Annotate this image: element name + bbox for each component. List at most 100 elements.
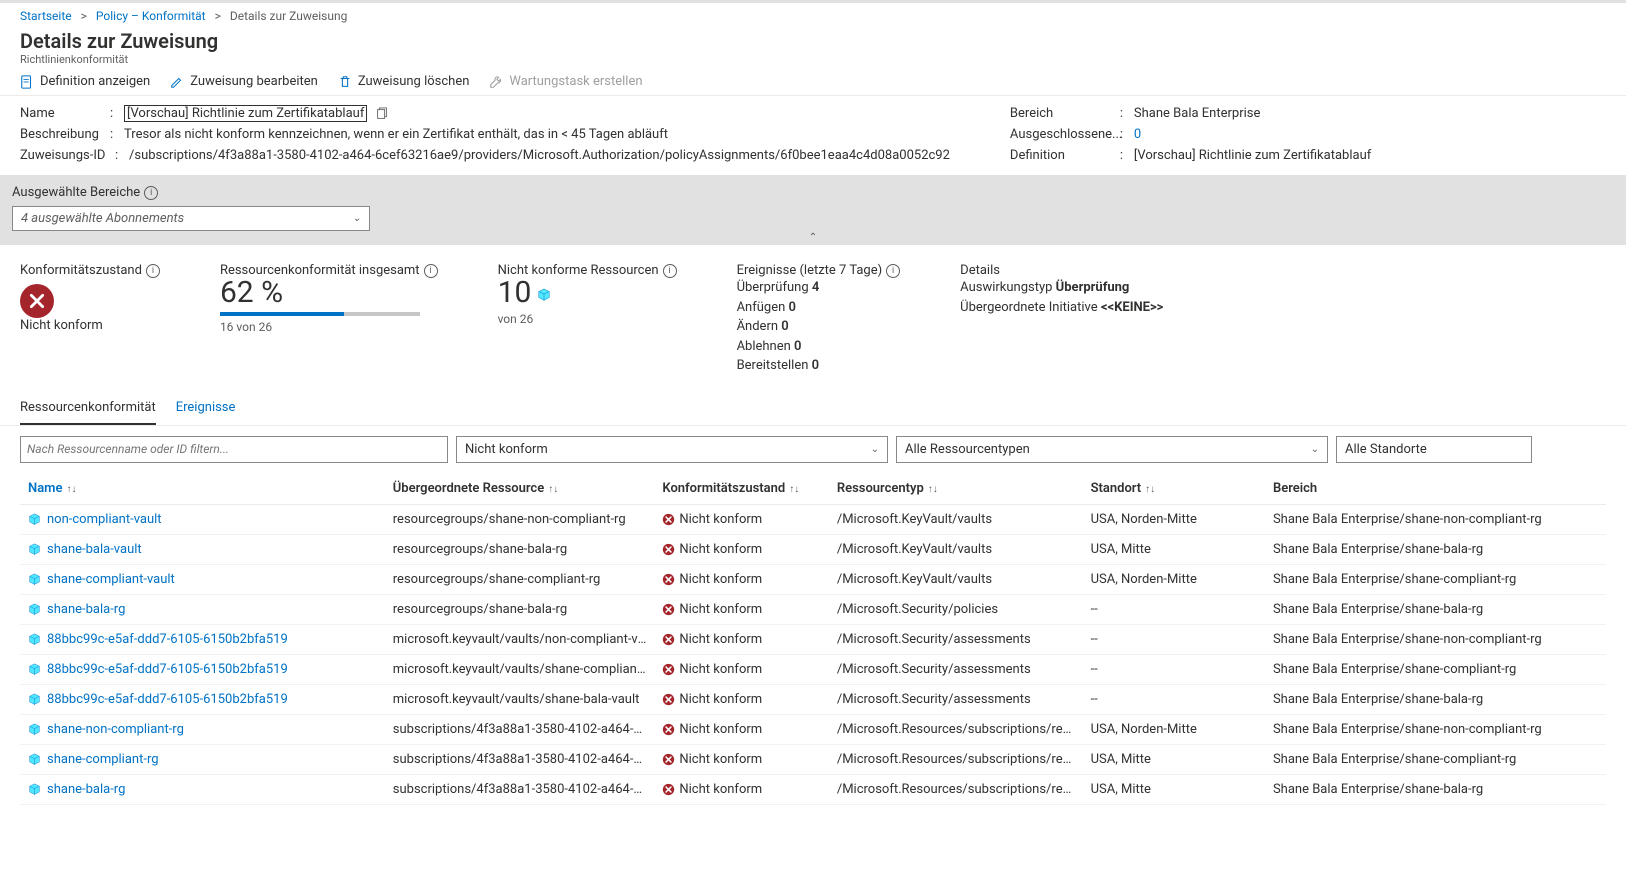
table-row[interactable]: non-compliant-vault resourcegroups/shane-… [20,504,1606,534]
cell-parent: subscriptions/4f3a88a1-3580-4102-a464-6c… [385,774,655,804]
resource-link[interactable]: shane-compliant-vault [47,572,175,587]
cell-location: USA, Norden-Mitte [1083,564,1265,594]
info-icon[interactable]: i [886,264,900,278]
error-icon [662,633,675,646]
view-definition-button[interactable]: Definition anzeigen [20,74,150,89]
cell-state: Nicht konform [654,624,828,654]
meta-name-label: Name [20,106,110,121]
collapse-icon[interactable]: ⌃ [809,232,817,243]
resource-icon [28,753,41,766]
cell-state: Nicht konform [654,654,828,684]
info-icon[interactable]: i [146,264,160,278]
meta-def-value: [Vorschau] Richtlinie zum Zertifikatabla… [1134,148,1371,163]
col-parent[interactable]: Übergeordnete Ressource↑↓ [385,473,655,505]
resource-link[interactable]: non-compliant-vault [47,512,162,527]
resource-icon [28,693,41,706]
cell-parent: resourcegroups/shane-bala-rg [385,534,655,564]
cell-state: Nicht konform [654,744,828,774]
meta-desc-value: Tresor als nicht konform kennzeichnen, w… [124,127,668,142]
error-icon [662,543,675,556]
table-row[interactable]: 88bbc99c-e5af-ddd7-6105-6150b2bfa519 micr… [20,654,1606,684]
cell-scope: Shane Bala Enterprise/shane-bala-rg [1265,684,1606,714]
table-row[interactable]: shane-bala-rgresourcegroups/shane-bala-r… [20,594,1606,624]
table-row[interactable]: shane-bala-rg subscriptions/4f3a88a1-3580… [20,774,1606,804]
cell-type: /Microsoft.KeyVault/vaults [829,534,1083,564]
table-row[interactable]: shane-compliant-rg subscriptions/4f3a88a1… [20,744,1606,774]
col-scope[interactable]: Bereich [1265,473,1606,505]
resource-link[interactable]: 88bbc99c-e5af-ddd7-6105-6150b2bfa519 [47,662,288,677]
meta-scope-label: Bereich [1010,106,1120,121]
info-icon[interactable]: i [424,264,438,278]
col-type[interactable]: Ressourcentyp↑↓ [829,473,1083,505]
nc-count: 10 [498,278,532,308]
filter-resource-type[interactable]: Alle Ressourcentypen⌄ [896,436,1328,463]
info-icon[interactable]: i [144,186,158,200]
cell-parent: microsoft.keyvault/vaults/shane-bala-vau… [385,684,655,714]
chevron-down-icon: ⌄ [353,213,361,224]
cell-parent: resourcegroups/shane-non-compliant-rg [385,504,655,534]
cell-location: -- [1083,594,1265,624]
overall-sub: 16 von 26 [220,320,438,334]
cell-type: /Microsoft.Security/assessments [829,684,1083,714]
compliance-bar [220,312,420,316]
resource-icon [28,573,41,586]
breadcrumb-home[interactable]: Startseite [20,9,72,23]
meta-name-value: [Vorschau] Richtlinie zum Zertifikatabla… [124,105,367,122]
resource-link[interactable]: shane-bala-rg [47,782,125,797]
chevron-right-icon: > [209,9,227,23]
cell-type: /Microsoft.KeyVault/vaults [829,504,1083,534]
cell-parent: subscriptions/4f3a88a1-3580-4102-a464-6c… [385,744,655,774]
resource-link[interactable]: shane-compliant-rg [47,752,159,767]
error-icon [662,783,675,796]
col-name[interactable]: Name↑↓ [20,473,385,505]
resource-link[interactable]: 88bbc99c-e5af-ddd7-6105-6150b2bfa519 [47,632,288,647]
table-row[interactable]: shane-compliant-vaultresourcegroups/shan… [20,564,1606,594]
page-title: Details zur Zuweisung [20,29,1606,53]
tab-events[interactable]: Ereignisse [176,390,236,425]
cell-parent: subscriptions/4f3a88a1-3580-4102-a464-6c… [385,714,655,744]
info-icon[interactable]: i [663,264,677,278]
table-row[interactable]: 88bbc99c-e5af-ddd7-6105-6150b2bfa519 micr… [20,684,1606,714]
meta-id-label: Zuweisungs-ID [20,148,115,163]
cell-location: USA, Norden-Mitte [1083,714,1265,744]
table-row[interactable]: 88bbc99c-e5af-ddd7-6105-6150b2bfa519micr… [20,624,1606,654]
cell-location: USA, Norden-Mitte [1083,504,1265,534]
cube-icon [537,288,551,302]
scope-select[interactable]: 4 ausgewählte Abonnements ⌄ [12,206,370,231]
col-location[interactable]: Standort↑↓ [1083,473,1265,505]
cell-state: Nicht konform [654,534,828,564]
resource-link[interactable]: shane-bala-rg [47,602,125,617]
table-row[interactable]: shane-non-compliant-rg subscriptions/4f3a… [20,714,1606,744]
breadcrumb-policy[interactable]: Policy – Konformität [96,9,206,23]
table-row[interactable]: shane-bala-vault resourcegroups/shane-bal… [20,534,1606,564]
edit-assignment-button[interactable]: Zuweisung bearbeiten [170,74,318,89]
meta-excluded-value[interactable]: 0 [1134,127,1141,142]
details-header: Details [960,263,1000,278]
cell-scope: Shane Bala Enterprise/shane-non-complian… [1265,624,1606,654]
tab-resource-compliance[interactable]: Ressourcenkonformität [20,390,156,425]
sort-icon: ↑↓ [789,484,799,495]
cell-scope: Shane Bala Enterprise/shane-compliant-rg [1265,564,1606,594]
cell-location: USA, Mitte [1083,774,1265,804]
error-icon [662,693,675,706]
filter-compliance-state[interactable]: Nicht konform⌄ [456,436,888,463]
cell-scope: Shane Bala Enterprise/shane-compliant-rg [1265,654,1606,684]
pencil-icon [170,75,184,89]
resource-icon [28,783,41,796]
resource-link[interactable]: shane-non-compliant-rg [47,722,184,737]
resource-link[interactable]: 88bbc99c-e5af-ddd7-6105-6150b2bfa519 [47,692,288,707]
meta-desc-label: Beschreibung [20,127,110,142]
delete-assignment-button[interactable]: Zuweisung löschen [338,74,470,89]
sort-icon: ↑↓ [928,484,938,495]
copy-icon[interactable] [375,107,389,121]
overall-percent: 62 % [220,278,438,308]
page-subtitle: Richtlinienkonformität [20,53,1606,66]
noncompliant-icon [20,284,54,318]
resource-link[interactable]: shane-bala-vault [47,542,142,557]
scope-bar-title: Ausgewählte Bereiche [12,185,140,200]
cell-parent: microsoft.keyvault/vaults/shane-complian… [385,654,655,684]
filter-location[interactable]: Alle Standorte [1336,436,1532,463]
meta-excluded-label: Ausgeschlossene... [1010,127,1120,142]
filter-input[interactable] [20,436,448,463]
col-state[interactable]: Konformitätszustand↑↓ [654,473,828,505]
